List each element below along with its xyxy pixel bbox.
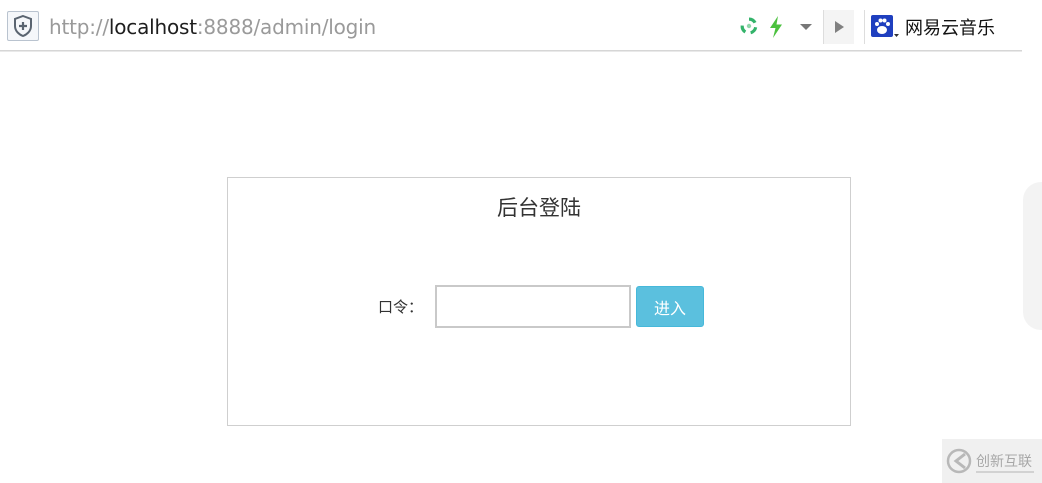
recycle-icon[interactable] xyxy=(739,16,759,36)
login-panel: 后台登陆 口令： 进入 xyxy=(227,177,851,426)
chevron-down-icon[interactable] xyxy=(799,23,813,31)
search-engine-label: 网易云音乐 xyxy=(905,18,995,39)
url-path: :8888/admin/login xyxy=(196,15,376,39)
url-host: localhost xyxy=(108,15,197,39)
security-button[interactable] xyxy=(7,11,39,41)
side-decoration xyxy=(1023,182,1042,330)
lightning-icon[interactable] xyxy=(768,16,784,38)
url-scheme: http:// xyxy=(49,15,109,39)
play-icon xyxy=(835,21,844,33)
browser-toolbar: http://localhost:8888/admin/login 网易云音乐 xyxy=(0,0,1022,51)
password-input[interactable] xyxy=(435,285,631,328)
search-engine-selector[interactable]: 网易云音乐 xyxy=(864,10,1022,44)
password-row: 口令： 进入 xyxy=(228,285,850,329)
shield-plus-icon xyxy=(14,15,32,37)
go-button[interactable] xyxy=(824,10,854,44)
address-bar[interactable]: http://localhost:8888/admin/login xyxy=(49,12,376,42)
page-title: 后台登陆 xyxy=(497,196,581,220)
password-label: 口令： xyxy=(378,298,424,316)
watermark: 创新互联 xyxy=(942,439,1042,483)
enter-button[interactable]: 进入 xyxy=(636,286,704,327)
watermark-text: 创新互联 xyxy=(976,454,1032,470)
watermark-logo-icon: 创新互联 xyxy=(946,448,1034,474)
paw-icon xyxy=(871,15,899,37)
